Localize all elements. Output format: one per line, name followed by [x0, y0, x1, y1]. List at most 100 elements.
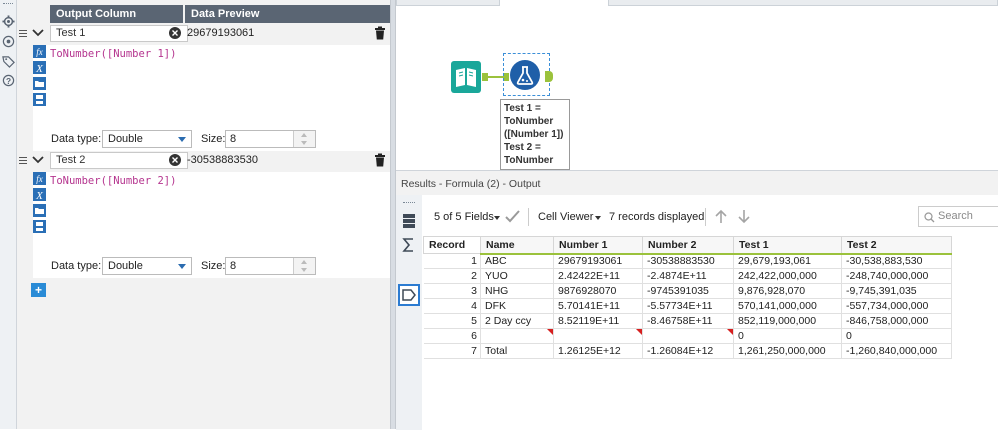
cell-number-1[interactable]: 5.70141E+11	[553, 298, 643, 314]
column-header-record[interactable]: Record	[423, 236, 481, 254]
viewer-caret-icon[interactable]	[595, 216, 601, 220]
trash-icon[interactable]	[374, 26, 386, 40]
column-header-test-1[interactable]: Test 1	[733, 236, 842, 255]
table-row[interactable]: 6 0 0	[423, 328, 952, 344]
formula-output-anchor[interactable]	[545, 71, 553, 82]
cell-name[interactable]: 2 Day ccy	[480, 313, 554, 329]
table-row[interactable]: 2 YUO 2.42422E+11 -2.4874E+11 242,422,00…	[423, 268, 952, 284]
cell-number-1[interactable]: 29679193061	[553, 253, 643, 269]
annotation-line: ToNumber	[504, 155, 554, 166]
data-type-select[interactable]: Double	[102, 130, 192, 148]
cell-number-2[interactable]: -5.57734E+11	[642, 298, 734, 314]
data-type-row: Data type: Double Size: 8	[17, 129, 390, 150]
cell-number-2[interactable]	[642, 328, 734, 344]
cell-test-1[interactable]: 1,261,250,000,000	[733, 343, 842, 359]
fields-caret-icon[interactable]	[494, 216, 500, 220]
help-icon[interactable]: ?	[2, 74, 15, 87]
cell-number-1[interactable]: 2.42422E+11	[553, 268, 643, 284]
column-header-test-2[interactable]: Test 2	[841, 236, 952, 255]
cell-test-1[interactable]: 242,422,000,000	[733, 268, 842, 284]
table-row[interactable]: 1 ABC 29679193061 -30538883530 29,679,19…	[423, 253, 952, 269]
arrow-up-icon[interactable]	[714, 209, 728, 224]
clear-icon[interactable]	[169, 27, 181, 39]
cell-number-1[interactable]: 1.26125E+12	[553, 343, 643, 359]
tag-view-button[interactable]	[398, 284, 420, 306]
cell-test-2[interactable]: -9,745,391,035	[841, 283, 952, 299]
function-icon[interactable]: fx	[33, 45, 46, 58]
cell-number-2[interactable]: -1.26084E+12	[642, 343, 734, 359]
cell-name[interactable]: ABC	[480, 253, 554, 269]
fields-selector[interactable]: 5 of 5 Fields	[434, 211, 494, 223]
summary-icon[interactable]	[401, 236, 417, 254]
canvas-tab[interactable]	[608, 0, 998, 6]
svg-text:X: X	[35, 63, 44, 74]
variable-icon[interactable]: X	[33, 188, 46, 201]
column-header-number-2[interactable]: Number 2	[642, 236, 734, 255]
table-view-icon[interactable]	[401, 212, 417, 230]
cell-test-1[interactable]: 0	[733, 328, 842, 344]
spin-arrows-icon[interactable]	[293, 131, 315, 147]
output-column-input[interactable]: Test 1	[50, 25, 188, 42]
drag-handle-icon[interactable]	[19, 157, 27, 164]
cell-name[interactable]: NHG	[480, 283, 554, 299]
cell-name[interactable]: Total	[480, 343, 554, 359]
cell-number-2[interactable]: -30538883530	[642, 253, 734, 269]
cell-number-2[interactable]: -2.4874E+11	[642, 268, 734, 284]
function-icon[interactable]: fx	[33, 172, 46, 185]
gear-icon[interactable]	[2, 15, 15, 28]
column-header-name[interactable]: Name	[480, 236, 554, 255]
cell-name[interactable]: YUO	[480, 268, 554, 284]
save-icon[interactable]	[33, 93, 46, 106]
cell-test-2[interactable]: -846,758,000,000	[841, 313, 952, 329]
cell-test-2[interactable]: -30,538,883,530	[841, 253, 952, 269]
cell-number-1[interactable]	[553, 328, 643, 344]
cell-test-2[interactable]: -557,734,000,000	[841, 298, 952, 314]
data-type-select[interactable]: Double	[102, 257, 192, 275]
search-input[interactable]: Search	[918, 206, 998, 227]
formula-expression[interactable]: ToNumber([Number 2])	[50, 175, 176, 187]
cell-number-1[interactable]: 8.52119E+11	[553, 313, 643, 329]
formula-tool[interactable]	[510, 60, 540, 90]
cell-viewer-selector[interactable]: Cell Viewer	[538, 211, 593, 223]
column-header-number-1[interactable]: Number 1	[553, 236, 643, 255]
cell-test-1[interactable]: 29,679,193,061	[733, 253, 842, 269]
tag-icon[interactable]	[2, 55, 15, 68]
cell-number-2[interactable]: -8.46758E+11	[642, 313, 734, 329]
save-icon[interactable]	[33, 220, 46, 233]
cell-test-1[interactable]: 570,141,000,000	[733, 298, 842, 314]
table-row[interactable]: 7 Total 1.26125E+12 -1.26084E+12 1,261,2…	[423, 343, 952, 359]
arrow-down-icon[interactable]	[737, 209, 751, 224]
checkmark-icon[interactable]	[505, 210, 520, 223]
table-row[interactable]: 4 DFK 5.70141E+11 -5.57734E+11 570,141,0…	[423, 298, 952, 314]
cell-name[interactable]: DFK	[480, 298, 554, 314]
cell-test-1[interactable]: 852,119,000,000	[733, 313, 842, 329]
cell-number-2[interactable]: -9745391035	[642, 283, 734, 299]
variable-icon[interactable]: X	[33, 61, 46, 74]
chevron-down-icon[interactable]	[32, 154, 44, 166]
cell-number-1[interactable]: 9876928070	[553, 283, 643, 299]
cell-test-2[interactable]: -1,260,840,000,000	[841, 343, 952, 359]
formula-expression[interactable]: ToNumber([Number 1])	[50, 48, 176, 60]
table-row[interactable]: 3 NHG 9876928070 -9745391035 9,876,928,0…	[423, 283, 952, 299]
canvas-tab[interactable]	[396, 0, 500, 6]
spin-arrows-icon[interactable]	[293, 258, 315, 274]
cell-test-1[interactable]: 9,876,928,070	[733, 283, 842, 299]
output-column-input[interactable]: Test 2	[50, 152, 188, 169]
cell-test-2[interactable]: -248,740,000,000	[841, 268, 952, 284]
input-data-tool[interactable]	[451, 61, 481, 93]
add-field-button[interactable]: +	[31, 283, 46, 297]
open-folder-icon[interactable]	[33, 77, 46, 90]
open-folder-icon[interactable]	[33, 204, 46, 217]
results-table[interactable]: Record Name Number 1 Number 2 Test 1 Tes…	[423, 236, 952, 359]
table-row[interactable]: 5 2 Day ccy 8.52119E+11 -8.46758E+11 852…	[423, 313, 952, 329]
clear-icon[interactable]	[169, 154, 181, 166]
cell-test-2[interactable]: 0	[841, 328, 952, 344]
size-stepper[interactable]: 8	[225, 257, 316, 275]
workflow-canvas[interactable]	[396, 0, 998, 170]
size-stepper[interactable]: 8	[225, 130, 316, 148]
drag-handle-icon[interactable]	[19, 30, 27, 37]
trash-icon[interactable]	[374, 153, 386, 167]
chevron-down-icon[interactable]	[32, 27, 44, 39]
target-icon[interactable]	[2, 35, 15, 48]
cell-name[interactable]	[480, 328, 554, 344]
